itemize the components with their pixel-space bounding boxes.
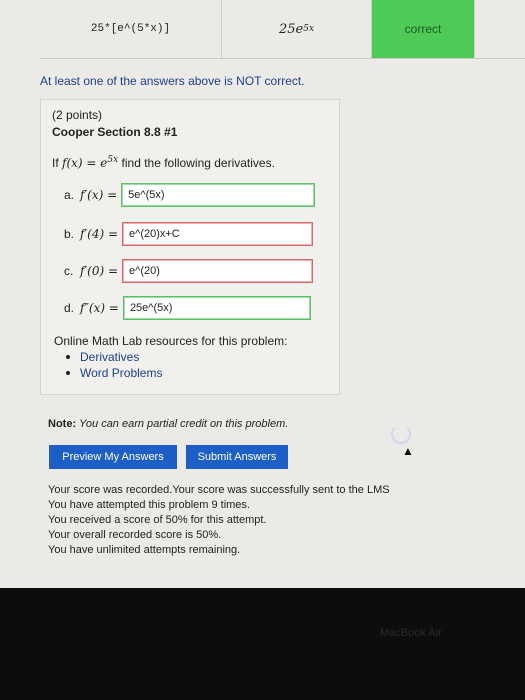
intro-exponent: 5x: [107, 155, 119, 165]
answer-input-b[interactable]: [122, 222, 314, 246]
score-line: Your score was recorded.Your score was s…: [48, 484, 390, 496]
problem-intro: If f(x) = e5x find the following derivat…: [52, 155, 275, 170]
resources-list: Derivatives Word Problems: [66, 349, 162, 381]
question-a: a. f′(x) =: [64, 183, 316, 207]
question-b: b. f′(4) =: [64, 222, 314, 246]
problem-section-title: Cooper Section 8.8 #1: [52, 125, 178, 139]
preview-base: 25e: [278, 21, 304, 37]
score-summary: Your score was recorded.Your score was s…: [48, 483, 390, 558]
resources-heading: Online Math Lab resources for this probl…: [54, 334, 288, 348]
preview-answers-button[interactable]: Preview My Answers: [49, 445, 177, 469]
answer-input-c[interactable]: [122, 259, 314, 283]
laptop-brand-label: MacBook Air: [380, 627, 442, 639]
question-c: c. f′(0) =: [64, 259, 314, 283]
warning-message: At least one of the answers above is NOT…: [40, 74, 305, 88]
resource-link-word-problems[interactable]: Word Problems: [66, 365, 162, 381]
answer-results-row: 25*[e^(5*x)] 25e 5x correct: [40, 0, 525, 59]
question-d: d. f″(x) =: [64, 296, 311, 320]
question-letter: a.: [64, 188, 75, 202]
empty-cell: [475, 0, 525, 58]
answer-input-a[interactable]: [121, 183, 316, 207]
question-letter: c.: [64, 264, 74, 278]
answer-input-d[interactable]: [122, 296, 311, 320]
intro-suffix: find the following derivatives.: [118, 156, 275, 170]
score-line: Your overall recorded score is 50%.: [48, 529, 222, 541]
mouse-pointer-icon: ▲: [402, 444, 414, 458]
resource-link-derivatives[interactable]: Derivatives: [66, 349, 162, 365]
question-lhs: f″(x) =: [80, 301, 119, 315]
score-line: You have unlimited attempts remaining.: [48, 544, 241, 556]
note-text: You can earn partial credit on this prob…: [79, 418, 289, 430]
score-line: You received a score of 50% for this att…: [48, 514, 267, 526]
status-badge: correct: [372, 0, 475, 58]
intro-prefix: If: [52, 156, 63, 170]
intro-function: f(x) = e: [62, 156, 108, 170]
preview-exponent: 5x: [303, 24, 315, 34]
problem-points: (2 points): [52, 108, 103, 122]
question-lhs: f′(x) =: [80, 188, 118, 202]
screen: 25*[e^(5*x)] 25e 5x correct At least one …: [0, 0, 525, 588]
partial-credit-note: Note: You can earn partial credit on thi…: [48, 418, 288, 430]
note-label: Note:: [48, 418, 77, 430]
question-lhs: f′(0) =: [80, 264, 119, 278]
entered-answer-cell: 25*[e^(5*x)]: [40, 0, 222, 58]
score-line: You have attempted this problem 9 times.: [48, 499, 250, 511]
submit-answers-button[interactable]: Submit Answers: [186, 445, 288, 469]
question-letter: d.: [64, 301, 75, 315]
answer-preview-cell: 25e 5x: [222, 0, 372, 58]
question-lhs: f′(4) =: [80, 227, 119, 241]
question-letter: b.: [64, 227, 75, 241]
loading-spinner-icon: [391, 424, 411, 444]
